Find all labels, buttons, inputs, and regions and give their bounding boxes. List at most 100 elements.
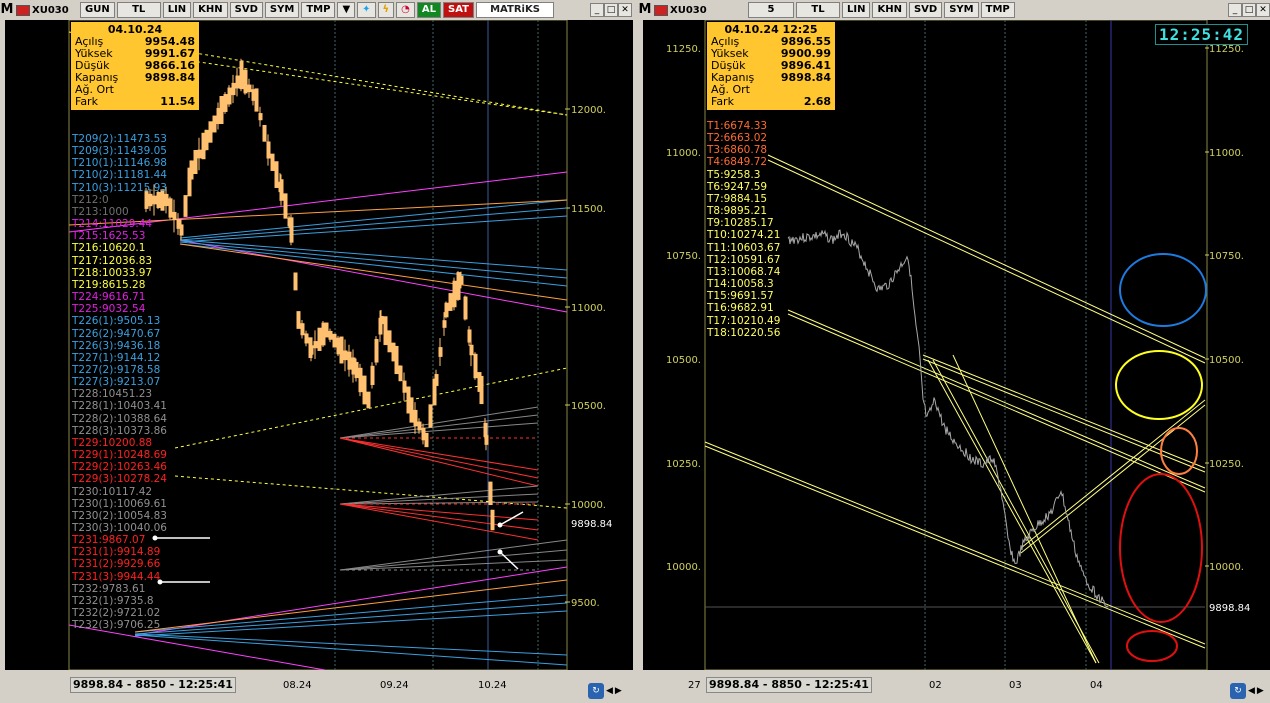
candle-body bbox=[387, 330, 392, 353]
period-button[interactable]: 5 bbox=[748, 2, 794, 18]
maximize-button[interactable]: □ bbox=[1242, 3, 1256, 17]
buy-button[interactable]: AL bbox=[416, 2, 441, 18]
currency-button[interactable]: TL bbox=[116, 2, 161, 18]
x-tick: 03 bbox=[1009, 680, 1022, 691]
khn-button[interactable]: KHN bbox=[872, 2, 907, 18]
level-label: T227(3):9213.07 bbox=[72, 376, 161, 389]
right-chart-window: M XU030 5 TL LIN KHN SVD SYM TMP _ □ ✕ 1… bbox=[638, 0, 1270, 703]
twitter-icon[interactable]: ✦ bbox=[357, 2, 376, 18]
right-price-chart[interactable]: 11250. 11000. 10750. 10500. 10250. 10000. 1125… bbox=[643, 20, 1270, 670]
x-tick: 04 bbox=[1090, 680, 1103, 691]
left-price-chart[interactable]: 12000. 11500. 11000. 10500. 10000. 9500. 9898.… bbox=[5, 20, 633, 670]
level-label: T1:6674.33 bbox=[707, 120, 768, 132]
tmp-button[interactable]: TMP bbox=[301, 2, 336, 18]
level-label: T229(2):10263.46 bbox=[72, 461, 167, 474]
level-label: T9:10285.17 bbox=[707, 217, 774, 230]
tmp-button[interactable]: TMP bbox=[980, 2, 1015, 18]
arrow-head bbox=[497, 549, 503, 555]
close-button[interactable]: ✕ bbox=[1256, 3, 1270, 17]
level-label: T230(2):10054.83 bbox=[72, 509, 167, 522]
candle-body bbox=[490, 509, 495, 531]
y-tick-label: 11000. bbox=[571, 303, 606, 314]
x-tick: 09.24 bbox=[380, 680, 409, 691]
flag-icon bbox=[654, 4, 668, 16]
level-label: T2:6663.02 bbox=[707, 132, 768, 145]
candle-body bbox=[247, 84, 252, 93]
candle-body bbox=[448, 293, 453, 311]
candle-body bbox=[183, 195, 188, 217]
ohlc-value: 9898.84 bbox=[780, 71, 831, 84]
ohlc-value: 11.54 bbox=[160, 95, 195, 108]
sym-button[interactable]: SYM bbox=[264, 2, 300, 18]
refresh-icon[interactable]: ↻ bbox=[1230, 683, 1246, 699]
lightning-icon[interactable]: ϟ bbox=[377, 2, 395, 18]
left-toolbar: M XU030 GUN TL LIN KHN SVD SYM TMP ▼ ✦ ϟ… bbox=[0, 2, 554, 18]
last-price-label: 9898.84 bbox=[571, 519, 612, 530]
sym-button[interactable]: SYM bbox=[944, 2, 979, 18]
y-tick-label: 10000. bbox=[571, 500, 606, 511]
khn-button[interactable]: KHN bbox=[193, 2, 228, 18]
candle-body bbox=[243, 69, 248, 94]
symbol-selector[interactable]: XU030 bbox=[16, 4, 78, 16]
candle-body bbox=[347, 351, 352, 370]
level-label: T15:9691.57 bbox=[707, 290, 774, 303]
candle-body bbox=[473, 353, 478, 379]
level-label: T210(2):11181.44 bbox=[72, 169, 167, 182]
candle-body bbox=[424, 432, 429, 448]
candle-body bbox=[289, 217, 294, 243]
candle-body bbox=[332, 333, 337, 348]
close-button[interactable]: ✕ bbox=[618, 3, 632, 17]
scroll-left-icon[interactable]: ◀ bbox=[1248, 686, 1255, 696]
chevron-down-icon[interactable]: ▼ bbox=[337, 2, 356, 18]
candle-body bbox=[239, 60, 244, 90]
lin-button[interactable]: LIN bbox=[842, 2, 871, 18]
scroll-right-icon[interactable]: ▶ bbox=[615, 686, 622, 696]
maximize-button[interactable]: □ bbox=[604, 3, 618, 17]
minimize-button[interactable]: _ bbox=[590, 3, 604, 17]
candle-body bbox=[374, 339, 379, 363]
level-label: T212:0 bbox=[72, 193, 109, 206]
refresh-icon[interactable]: ↻ bbox=[588, 683, 604, 699]
level-label: T210(1):11146.98 bbox=[72, 157, 167, 170]
left-level-list: T209(2):11473.53 T209(3):11439.05 T210(1):… bbox=[72, 133, 167, 631]
candle-body bbox=[358, 367, 363, 393]
minimize-button[interactable]: _ bbox=[1228, 3, 1242, 17]
candle-body bbox=[223, 94, 228, 112]
candle-body bbox=[270, 153, 275, 171]
level-label: T16:9682.91 bbox=[707, 302, 774, 315]
sell-button[interactable]: SAT bbox=[443, 2, 474, 18]
scroll-left-icon[interactable]: ◀ bbox=[606, 686, 613, 696]
svd-button[interactable]: SVD bbox=[908, 2, 943, 18]
level-label: T229:10200.88 bbox=[72, 436, 153, 449]
candle-body bbox=[296, 311, 301, 329]
level-label: T14:10058.3 bbox=[707, 278, 774, 291]
svd-button[interactable]: SVD bbox=[229, 2, 263, 18]
y-tick-label-left: 11250. bbox=[666, 44, 701, 55]
level-label: T18:10220.56 bbox=[707, 326, 781, 339]
ohlc-value: 9898.84 bbox=[144, 71, 195, 84]
candle-body bbox=[300, 323, 305, 336]
y-tick-label-left: 10500. bbox=[666, 355, 701, 366]
candle-body bbox=[409, 397, 414, 423]
alarm-icon[interactable]: ◔ bbox=[396, 2, 415, 18]
candle-body bbox=[309, 345, 314, 355]
candle-body bbox=[304, 333, 309, 344]
ohlc-value: 2.68 bbox=[803, 95, 831, 108]
level-label: T17:10210.49 bbox=[707, 314, 781, 327]
menu-m-icon[interactable]: M bbox=[0, 3, 14, 17]
candle-body bbox=[172, 211, 177, 221]
level-label: T12:10591.67 bbox=[707, 253, 781, 266]
candle-body bbox=[398, 365, 403, 382]
level-label: T232:9783.61 bbox=[72, 582, 146, 595]
symbol-selector[interactable]: XU030 bbox=[654, 4, 746, 16]
menu-m-icon[interactable]: M bbox=[638, 3, 652, 17]
lin-button[interactable]: LIN bbox=[162, 2, 192, 18]
y-tick-label: 10500. bbox=[571, 401, 606, 412]
level-label: T226(3):9436.18 bbox=[72, 339, 161, 352]
candle-body bbox=[254, 88, 259, 112]
scroll-right-icon[interactable]: ▶ bbox=[1257, 686, 1264, 696]
period-button[interactable]: GUN bbox=[80, 2, 115, 18]
arrow-head bbox=[497, 522, 503, 528]
candle-body bbox=[235, 75, 240, 89]
currency-button[interactable]: TL bbox=[796, 2, 840, 18]
